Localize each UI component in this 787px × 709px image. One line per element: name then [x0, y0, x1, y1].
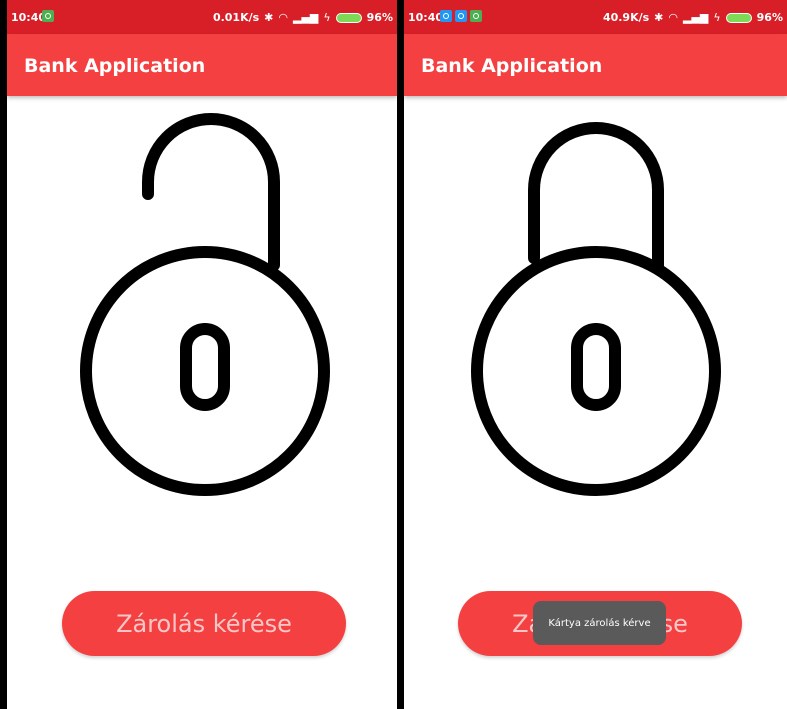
toast-message: Kártya zárolás kérve [533, 601, 666, 645]
request-lock-button[interactable]: Zárolás kérése [62, 591, 346, 656]
phone-screen-right: 10:40 40.9K/s ✱ ◠ ▂▄▆ ϟ 96% Bank Applica… [404, 0, 787, 709]
phone-screen-left: 10:40 0.01K/s ✱ ◠ ▂▄▆ ϟ 96% Bank Applica… [7, 0, 397, 709]
